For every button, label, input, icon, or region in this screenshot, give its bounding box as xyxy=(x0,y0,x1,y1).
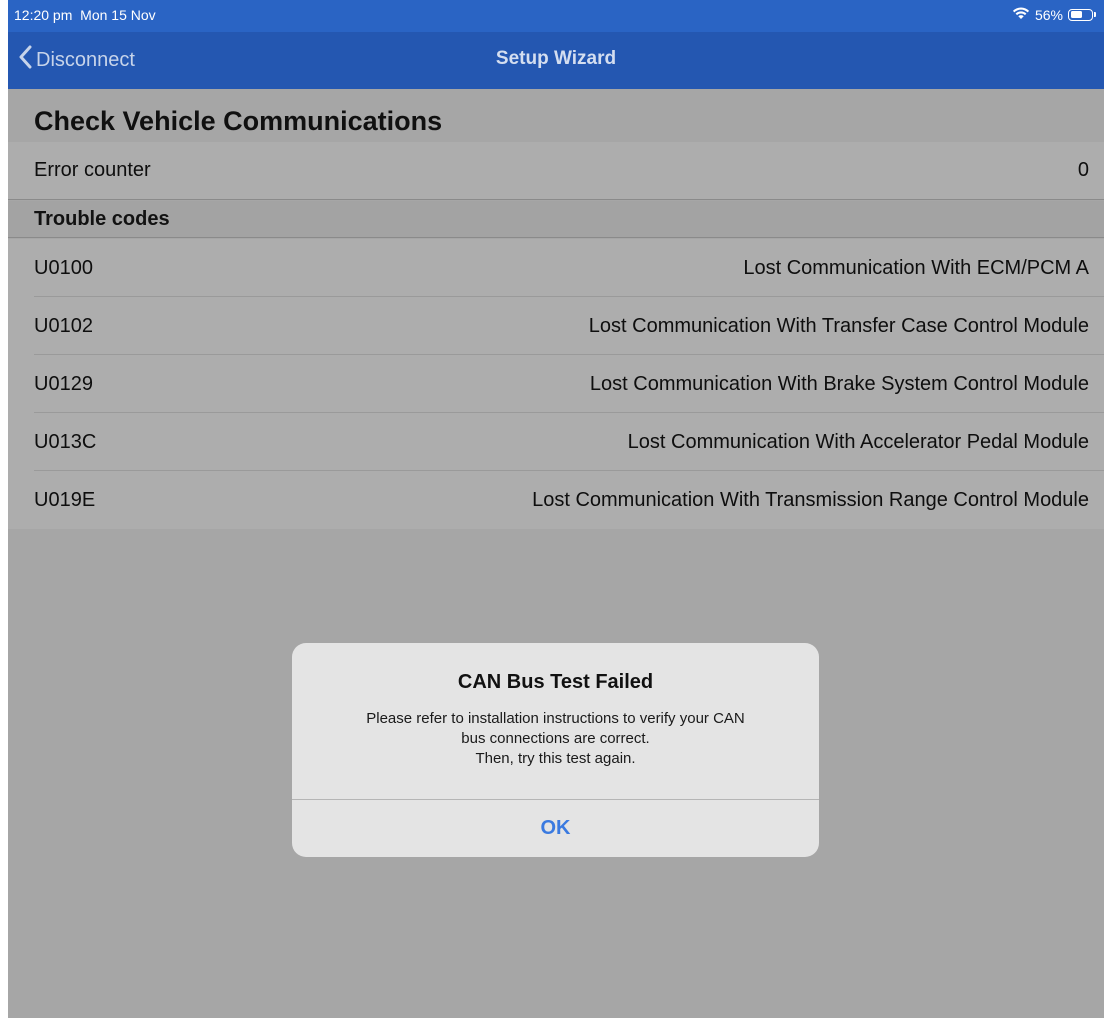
trouble-code: U0100 xyxy=(34,256,93,279)
status-indicators: 56% xyxy=(1012,6,1096,23)
trouble-code: U0129 xyxy=(34,372,93,395)
battery-percent: 56% xyxy=(1034,6,1063,23)
trouble-code-row: U013C Lost Communication With Accelerato… xyxy=(8,413,1104,471)
trouble-code: U0102 xyxy=(34,314,93,337)
alert-message-line: bus connections are correct. xyxy=(461,730,650,747)
trouble-code-description: Lost Communication With ECM/PCM A xyxy=(743,256,1089,279)
status-clock: 12:20 pm xyxy=(14,7,73,23)
trouble-code-description: Lost Communication With Brake System Con… xyxy=(589,372,1089,395)
error-counter-row: Error counter 0 xyxy=(8,142,1104,200)
alert-title: CAN Bus Test Failed xyxy=(457,671,654,693)
trouble-code-row: U019E Lost Communication With Transmissi… xyxy=(8,471,1104,529)
trouble-code-description: Lost Communication With Accelerator Peda… xyxy=(627,430,1089,453)
trouble-code-row: U0100 Lost Communication With ECM/PCM A xyxy=(8,239,1104,297)
trouble-code: U019E xyxy=(34,488,96,511)
ok-button[interactable]: OK xyxy=(292,800,819,857)
page-title: Check Vehicle Communications xyxy=(34,106,443,136)
trouble-code-description: Lost Communication With Transfer Case Co… xyxy=(588,314,1089,337)
trouble-code: U013C xyxy=(34,430,97,453)
trouble-code-description: Lost Communication With Transmission Ran… xyxy=(532,488,1089,511)
navigation-bar: Disconnect Setup Wizard xyxy=(8,32,1104,89)
nav-title: Setup Wizard xyxy=(495,48,617,69)
error-counter-value: 0 xyxy=(1077,159,1089,181)
status-bar: 12:20 pm Mon 15 Nov 56% xyxy=(8,0,1104,32)
trouble-code-row: U0102 Lost Communication With Transfer C… xyxy=(8,297,1104,355)
alert-message-line: Then, try this test again. xyxy=(475,750,636,767)
status-time: 12:20 pm Mon 15 Nov xyxy=(14,7,156,23)
app-screen: 12:20 pm Mon 15 Nov 56% Disconnect Setup… xyxy=(8,0,1104,1018)
wifi-icon xyxy=(1012,6,1030,23)
battery-icon xyxy=(1068,8,1093,21)
battery-cap xyxy=(1094,12,1096,17)
battery-fill xyxy=(1070,11,1082,18)
trouble-codes-header: Trouble codes xyxy=(8,201,1104,238)
alert-dialog: CAN Bus Test Failed Please refer to inst… xyxy=(292,643,819,857)
status-date: Mon 15 Nov xyxy=(80,7,156,23)
alert-message-line: Please refer to installation instruction… xyxy=(366,710,745,727)
trouble-code-row: U0129 Lost Communication With Brake Syst… xyxy=(8,355,1104,413)
alert-message: Please refer to installation instruction… xyxy=(322,709,789,769)
error-counter-label: Error counter xyxy=(34,159,151,181)
